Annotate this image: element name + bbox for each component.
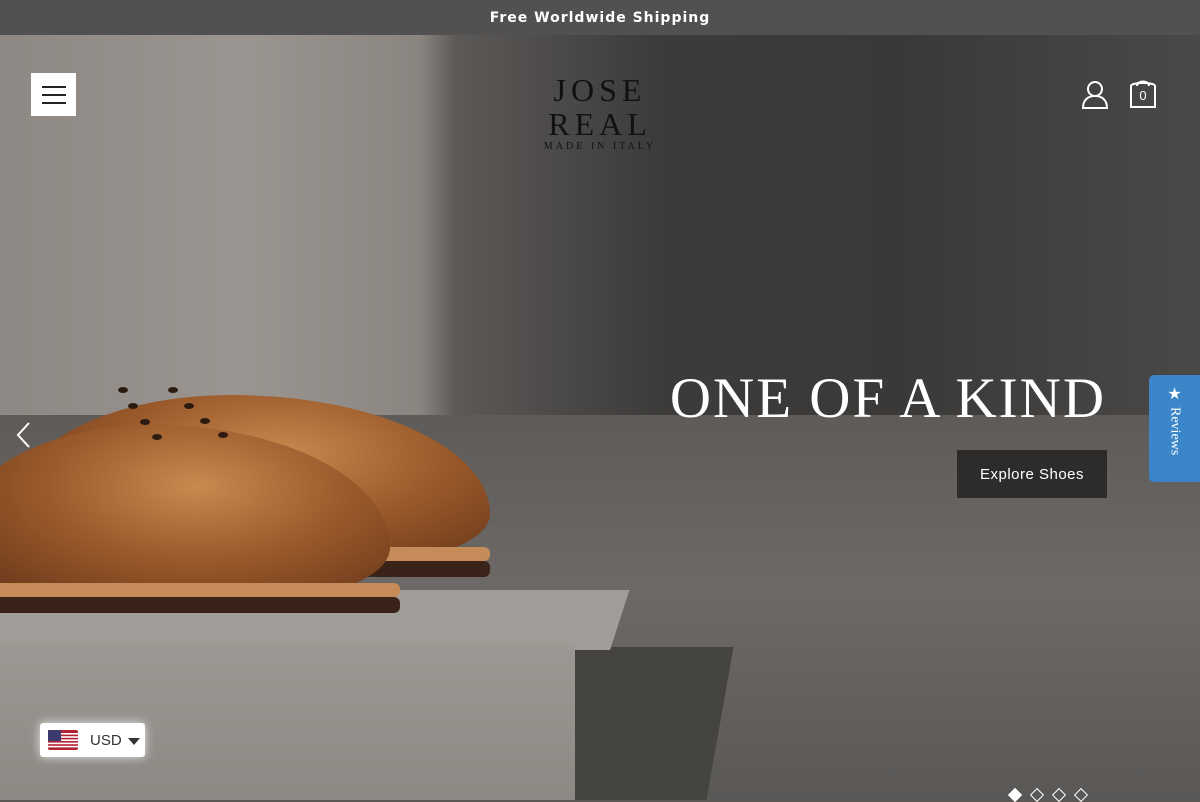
caret-down-icon <box>127 737 140 745</box>
slide-dots <box>1007 787 1089 802</box>
reviews-tab[interactable]: ★ Reviews <box>1149 375 1200 482</box>
shoe-image-front <box>0 405 400 635</box>
cart-count: 0 <box>1139 88 1147 103</box>
announcement-text: Free Worldwide Shipping <box>489 9 711 26</box>
explore-shoes-button[interactable]: Explore Shoes <box>957 450 1107 498</box>
menu-button[interactable] <box>31 73 76 116</box>
chevron-left-icon <box>16 422 30 448</box>
slide-prev-button[interactable] <box>12 420 34 450</box>
logo-tagline: MADE IN ITALY <box>543 141 657 152</box>
logo-wordmark: JOSE REAL <box>548 72 652 142</box>
cart-button[interactable]: 0 <box>1127 76 1159 112</box>
hero-headline: ONE OF A KIND <box>669 367 1106 430</box>
currency-selector[interactable]: USD <box>40 723 145 757</box>
star-icon: ★ <box>1167 386 1182 403</box>
currency-code: USD <box>90 731 122 749</box>
user-icon <box>1081 81 1109 109</box>
announcement-bar: Free Worldwide Shipping <box>0 0 1200 35</box>
us-flag-icon <box>48 730 78 750</box>
account-button[interactable] <box>1079 78 1111 110</box>
site-logo[interactable]: JOSE REAL MADE IN ITALY <box>496 73 704 152</box>
hamburger-menu-icon <box>41 85 66 88</box>
plinth-front <box>0 643 575 800</box>
reviews-label: Reviews <box>1167 407 1183 456</box>
